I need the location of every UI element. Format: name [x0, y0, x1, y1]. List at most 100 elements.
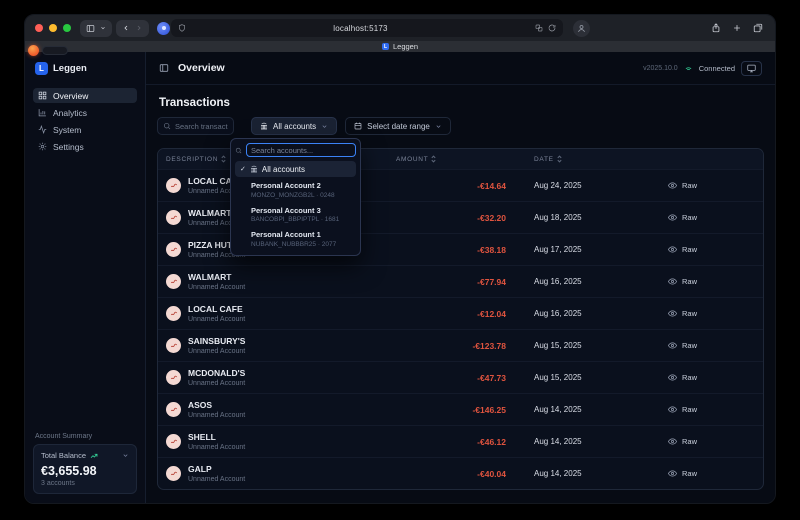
- address-bar[interactable]: localhost:5173: [171, 19, 563, 37]
- account-detail: MONZO_MONZGB2L · 0248: [251, 192, 351, 199]
- profile-button[interactable]: [573, 20, 590, 37]
- back-icon[interactable]: [122, 24, 130, 32]
- raw-button[interactable]: Raw: [668, 341, 697, 350]
- display-mode-button[interactable]: [741, 61, 762, 76]
- table-row: LOCAL CAFE Unnamed Account -€12.04 Aug 1…: [158, 297, 763, 329]
- devtools-toggle[interactable]: [28, 45, 68, 56]
- dropdown-account-option[interactable]: Personal Account 2 MONZO_MONZGB2L · 0248: [235, 177, 356, 202]
- total-balance-card: Total Balance €3,655.98 3 accounts: [33, 444, 137, 494]
- window-controls: [35, 24, 71, 32]
- transaction-description: ASOS: [188, 400, 245, 410]
- column-label: Description: [166, 156, 218, 163]
- reload-icon[interactable]: [548, 24, 556, 32]
- sidebar-item-system[interactable]: System: [33, 122, 137, 137]
- page-privacy-icon[interactable]: [178, 24, 186, 32]
- dropdown-option-all-accounts[interactable]: ✓ All accounts: [235, 161, 356, 177]
- gear-icon: [38, 142, 47, 151]
- merchant-glyph-icon: [170, 214, 178, 222]
- total-balance-value: €3,655.98: [41, 464, 129, 478]
- merchant-avatar: [166, 274, 181, 289]
- grid-icon: [38, 91, 47, 100]
- raw-label: Raw: [682, 341, 697, 350]
- raw-button[interactable]: Raw: [668, 245, 697, 254]
- tab-title[interactable]: Leggen: [393, 42, 418, 51]
- calendar-icon: [354, 122, 362, 130]
- table-row: SHELL Unnamed Account -€46.12 Aug 14, 20…: [158, 425, 763, 457]
- tab-bar: L Leggen: [25, 41, 775, 52]
- raw-button[interactable]: Raw: [668, 181, 697, 190]
- column-label: Date: [534, 156, 554, 163]
- merchant-avatar: [166, 242, 181, 257]
- transaction-amount: -€47.73: [396, 373, 506, 383]
- panel-left-icon: [86, 24, 95, 33]
- transaction-date: Aug 24, 2025: [506, 181, 656, 190]
- sidebar-item-label: System: [53, 125, 81, 135]
- sidebar-collapse-icon[interactable]: [159, 63, 169, 73]
- tanstack-flame-icon[interactable]: [28, 45, 39, 56]
- column-header-amount[interactable]: Amount: [396, 155, 506, 163]
- transaction-amount: -€12.04: [396, 309, 506, 319]
- raw-label: Raw: [682, 277, 697, 286]
- dropdown-account-option[interactable]: Personal Account 3 BANCOBPI_BBPIPTPL · 1…: [235, 202, 356, 227]
- raw-button[interactable]: Raw: [668, 277, 697, 286]
- raw-button[interactable]: Raw: [668, 437, 697, 446]
- share-icon[interactable]: [711, 23, 721, 33]
- translate-icon[interactable]: [535, 24, 543, 32]
- sort-icon: [557, 155, 562, 163]
- sidebar-toggle-group[interactable]: [80, 20, 112, 37]
- date-range-button[interactable]: Select date range: [345, 117, 451, 135]
- minimize-window-button[interactable]: [49, 24, 57, 32]
- column-header-date[interactable]: Date: [506, 155, 656, 163]
- sidebar-item-overview[interactable]: Overview: [33, 88, 137, 103]
- merchant-avatar: [166, 434, 181, 449]
- close-window-button[interactable]: [35, 24, 43, 32]
- raw-label: Raw: [682, 245, 697, 254]
- extension-icon[interactable]: [157, 22, 170, 35]
- transaction-amount: -€146.25: [396, 405, 506, 415]
- transaction-account: Unnamed Account: [188, 476, 245, 483]
- transaction-date: Aug 18, 2025: [506, 213, 656, 222]
- tab-favicon: L: [382, 43, 389, 50]
- forward-icon[interactable]: [135, 24, 143, 32]
- version-label: v2025.10.0: [643, 65, 678, 72]
- raw-button[interactable]: Raw: [668, 469, 697, 478]
- accounts-search-input[interactable]: [246, 143, 356, 157]
- transaction-account: Unnamed Account: [188, 444, 245, 451]
- account-filter-button[interactable]: All accounts: [251, 117, 337, 135]
- transactions-search-input[interactable]: [175, 122, 228, 131]
- transaction-date: Aug 14, 2025: [506, 469, 656, 478]
- eye-icon: [668, 469, 677, 478]
- transaction-date: Aug 15, 2025: [506, 373, 656, 382]
- zoom-window-button[interactable]: [63, 24, 71, 32]
- devtools-pill[interactable]: [42, 46, 68, 55]
- transaction-date: Aug 17, 2025: [506, 245, 656, 254]
- sidebar-item-label: Settings: [53, 142, 84, 152]
- browser-toolbar: localhost:5173: [25, 15, 775, 41]
- sidebar-nav: Overview Analytics System Settings: [33, 88, 137, 154]
- transaction-date: Aug 16, 2025: [506, 277, 656, 286]
- sidebar-item-analytics[interactable]: Analytics: [33, 105, 137, 120]
- accounts-dropdown: ✓ All accounts Personal Account 2 MONZO_…: [230, 138, 361, 256]
- raw-button[interactable]: Raw: [668, 309, 697, 318]
- merchant-avatar: [166, 338, 181, 353]
- account-filter-label: All accounts: [273, 122, 316, 131]
- new-tab-icon[interactable]: [732, 23, 742, 33]
- sidebar-item-settings[interactable]: Settings: [33, 139, 137, 154]
- tab-overview-icon[interactable]: [753, 23, 763, 33]
- activity-icon: [38, 125, 47, 134]
- wifi-icon: [684, 64, 693, 73]
- logo-icon: L: [35, 62, 48, 75]
- table-row: MCDONALD'S Unnamed Account -€47.73 Aug 1…: [158, 361, 763, 393]
- table-row: WALMART Unnamed Account -€77.94 Aug 16, …: [158, 265, 763, 297]
- chevron-down-icon[interactable]: [122, 452, 129, 459]
- sort-icon: [431, 155, 436, 163]
- raw-button[interactable]: Raw: [668, 373, 697, 382]
- raw-button[interactable]: Raw: [668, 213, 697, 222]
- trending-up-icon: [90, 452, 98, 460]
- merchant-avatar: [166, 210, 181, 225]
- dropdown-account-option[interactable]: Personal Account 1 NUBANK_NUBBBR25 · 207…: [235, 226, 356, 251]
- raw-label: Raw: [682, 309, 697, 318]
- transaction-date: Aug 14, 2025: [506, 437, 656, 446]
- bar-chart-icon: [38, 108, 47, 117]
- raw-button[interactable]: Raw: [668, 405, 697, 414]
